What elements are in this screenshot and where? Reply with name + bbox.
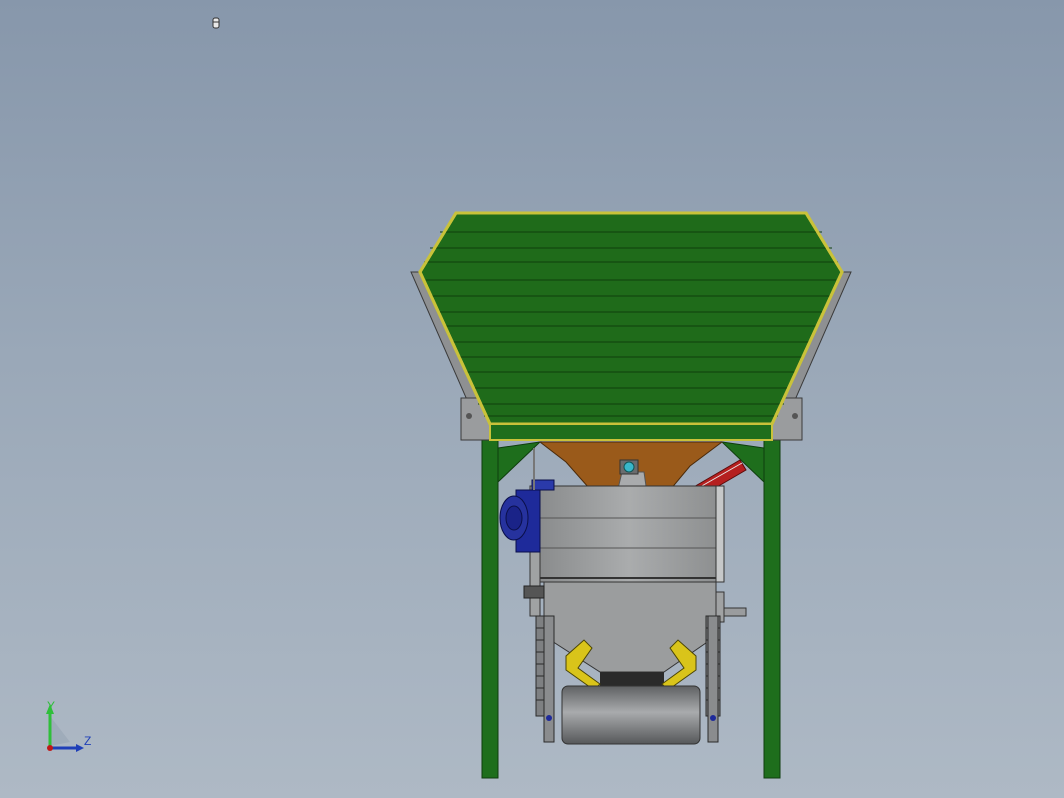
graphics-viewport[interactable]: Y Z bbox=[0, 0, 1064, 798]
roller bbox=[546, 685, 716, 745]
cad-model[interactable] bbox=[0, 0, 1064, 798]
hopper bbox=[418, 211, 844, 441]
y-axis-label: Y bbox=[47, 699, 55, 713]
coordinate-triad-icon: Y Z bbox=[46, 699, 91, 752]
z-axis-label: Z bbox=[84, 734, 91, 748]
